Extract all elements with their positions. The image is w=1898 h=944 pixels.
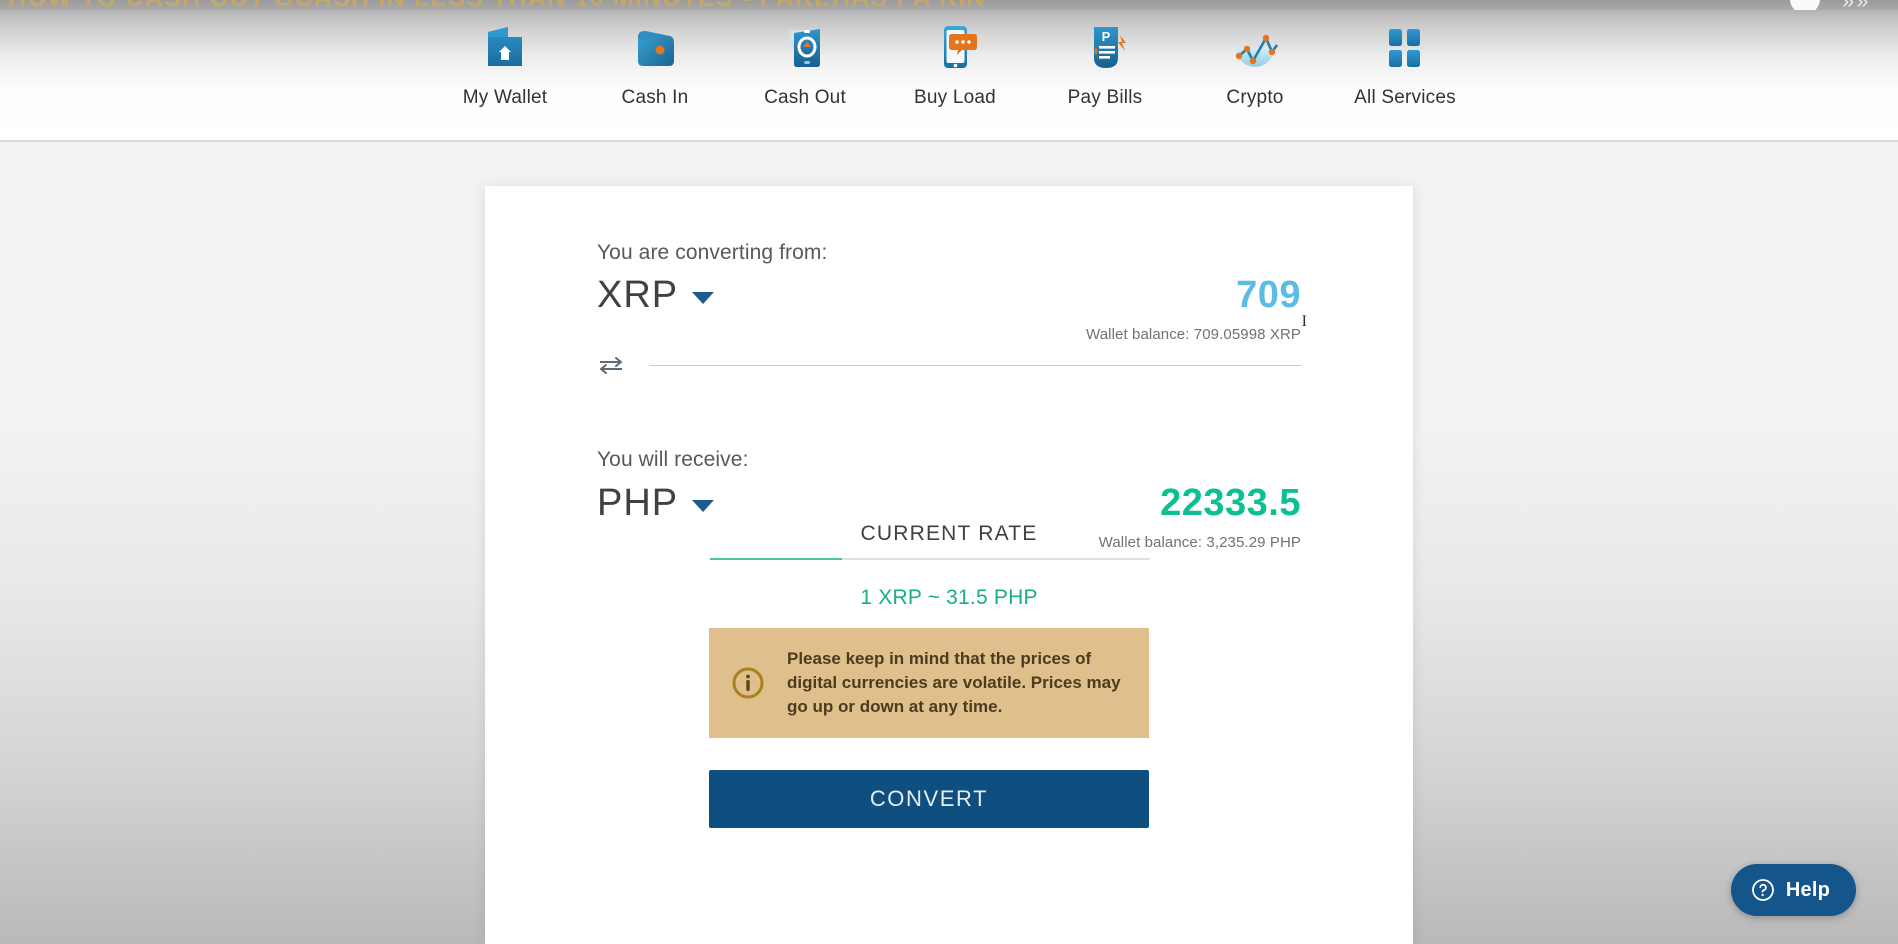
nav-item-crypto[interactable]: Crypto xyxy=(1180,16,1330,109)
volatility-warning-text: Please keep in mind that the prices of d… xyxy=(787,648,1121,717)
cash-in-wallet-icon xyxy=(624,16,686,78)
close-circle-icon[interactable] xyxy=(1790,0,1820,10)
double-chevron-icon[interactable]: »» xyxy=(1842,0,1884,10)
to-currency-selector[interactable]: PHP xyxy=(597,482,715,524)
convert-button[interactable]: CONVERT xyxy=(709,770,1149,828)
volatility-warning: Please keep in mind that the prices of d… xyxy=(709,628,1149,738)
promo-banner-headline: HOW TO CASH OUT GCASH IN LESS THAN 10 MI… xyxy=(8,0,986,10)
cash-out-icon xyxy=(774,16,836,78)
nav-item-buy-load[interactable]: Buy Load xyxy=(880,16,1030,109)
nav-item-cash-out[interactable]: Cash Out xyxy=(730,16,880,109)
will-receive-label: You will receive: xyxy=(597,448,749,471)
from-amount-input[interactable]: 709 xyxy=(1236,276,1301,314)
nav-label: Pay Bills xyxy=(1067,87,1143,108)
swap-arrows-icon[interactable] xyxy=(597,354,625,376)
buy-load-phone-icon xyxy=(924,16,986,78)
promo-banner-strip: HOW TO CASH OUT GCASH IN LESS THAN 10 MI… xyxy=(0,0,1898,10)
rate-tab-underline xyxy=(710,558,1150,560)
from-wallet-balance: Wallet balance: 709.05998 XRP xyxy=(1086,326,1301,343)
converter-card: You are converting from: XRP 709 I Walle… xyxy=(485,186,1413,944)
nav-item-list: My Wallet Cash In Cash Out Buy Load P Pa… xyxy=(430,16,1480,109)
from-currency-code: XRP xyxy=(597,274,679,316)
nav-label: My Wallet xyxy=(462,87,548,108)
help-button[interactable]: Help xyxy=(1730,864,1856,916)
nav-item-cash-in[interactable]: Cash In xyxy=(580,16,730,109)
svg-text:P: P xyxy=(1102,29,1111,44)
nav-label: Cash In xyxy=(621,87,689,108)
nav-label: Crypto xyxy=(1226,87,1284,108)
current-rate-title: CURRENT RATE xyxy=(860,522,1038,545)
wallet-house-icon xyxy=(474,16,536,78)
help-label: Help xyxy=(1785,878,1830,901)
section-divider xyxy=(649,364,1301,366)
chevron-down-icon xyxy=(692,500,715,512)
from-currency-selector[interactable]: XRP xyxy=(597,274,715,316)
nav-label: Cash Out xyxy=(764,87,846,108)
info-circle-icon xyxy=(731,666,765,700)
pay-bills-icon: P xyxy=(1074,16,1136,78)
to-currency-code: PHP xyxy=(597,482,679,524)
nav-item-pay-bills[interactable]: P Pay Bills xyxy=(1030,16,1180,109)
text-cursor-icon: I xyxy=(1301,313,1307,330)
current-rate-value: 1 XRP ~ 31.5 PHP xyxy=(860,586,1038,609)
rate-tab-underline-active xyxy=(710,558,842,560)
main-navbar: My Wallet Cash In Cash Out Buy Load P Pa… xyxy=(0,10,1898,142)
nav-label: Buy Load xyxy=(914,87,996,108)
crypto-chart-icon xyxy=(1224,16,1286,78)
question-mark-circle-icon xyxy=(1751,878,1775,902)
nav-label: All Services xyxy=(1354,87,1456,108)
swap-row xyxy=(597,354,1301,376)
nav-item-my-wallet[interactable]: My Wallet xyxy=(430,16,580,109)
converting-from-label: You are converting from: xyxy=(597,241,828,264)
chevron-down-icon xyxy=(692,292,715,304)
to-amount-value: 22333.5 xyxy=(1160,482,1301,524)
nav-item-all-services[interactable]: All Services xyxy=(1330,16,1480,109)
all-services-grid-icon xyxy=(1374,16,1436,78)
